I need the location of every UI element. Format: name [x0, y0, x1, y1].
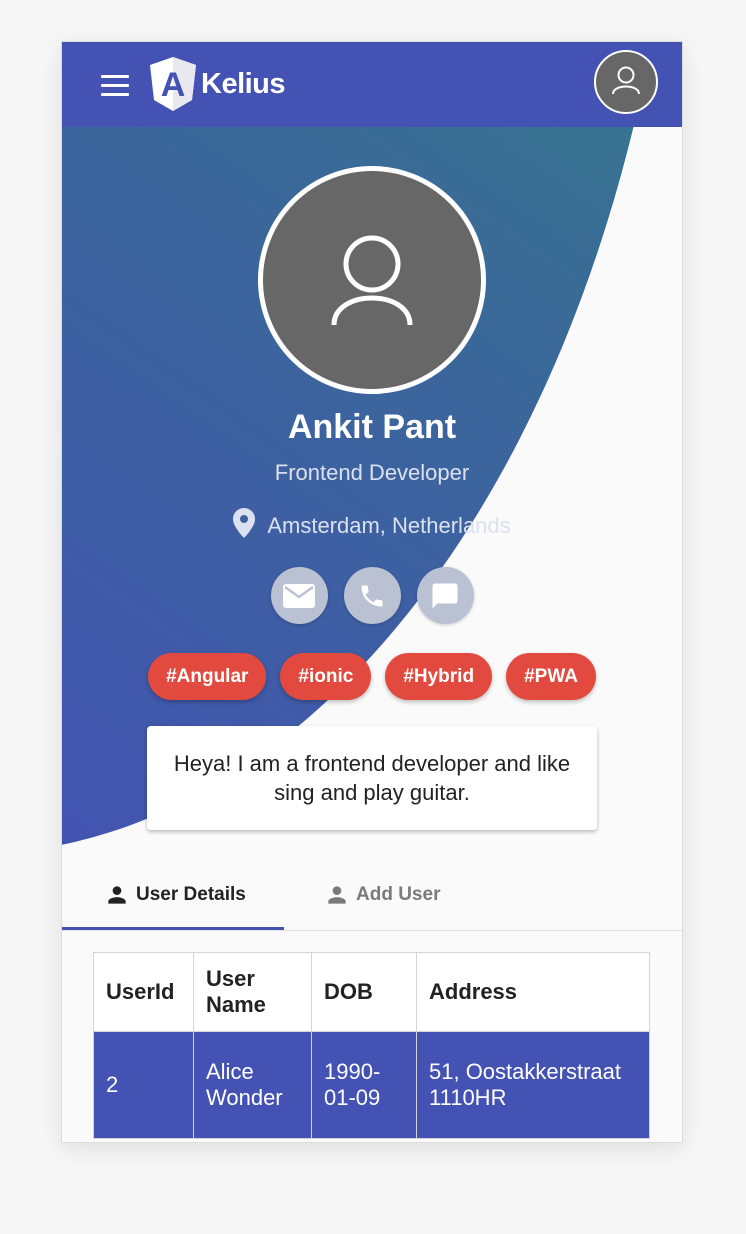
cell-userid: 2	[93, 1031, 194, 1139]
table-header-row: UserId User Name DOB Address	[93, 952, 650, 1032]
cell-address: 51, Oostakkerstraat 1110HR	[416, 1031, 650, 1139]
user-table-container: UserId User Name DOB Address 2 Alice Won…	[93, 952, 650, 1139]
bio-card: Heya! I am a frontend developer and like…	[147, 726, 597, 830]
person-icon	[108, 886, 126, 904]
cell-username: Alice Wonder	[193, 1031, 312, 1139]
tag-chip[interactable]: #Hybrid	[385, 653, 493, 700]
bio-text: Heya! I am a frontend developer and like…	[173, 751, 571, 805]
angular-logo-icon: A	[150, 57, 196, 111]
user-table: UserId User Name DOB Address 2 Alice Won…	[93, 952, 650, 1139]
tag-chip[interactable]: #ionic	[280, 653, 372, 700]
phone-button[interactable]	[343, 567, 401, 624]
contact-actions	[62, 567, 682, 624]
user-icon	[331, 235, 413, 326]
chat-button[interactable]	[416, 567, 474, 624]
tab-label: Add User	[356, 884, 441, 905]
phone-icon	[361, 585, 383, 606]
profile-location: Amsterdam, Netherlands	[62, 508, 682, 543]
profile-role: Frontend Developer	[274, 460, 470, 485]
brand-name: Kelius	[201, 68, 286, 100]
column-header: UserId	[93, 952, 194, 1032]
tab-user-details[interactable]: User Details	[104, 860, 246, 930]
email-button[interactable]	[270, 567, 328, 624]
cell-dob: 1990-01-09	[311, 1031, 417, 1139]
column-header: DOB	[311, 952, 417, 1032]
skill-tags: #Angular #ionic #Hybrid #PWA	[62, 653, 682, 700]
table-row[interactable]: 2 Alice Wonder 1990-01-09 51, Oostakkers…	[93, 1031, 650, 1139]
tab-bar: User Details Add User	[62, 860, 682, 931]
location-text: Amsterdam, Netherlands	[267, 513, 511, 538]
top-toolbar: A Kelius	[62, 42, 682, 127]
column-header: Address	[416, 952, 650, 1032]
tag-chip[interactable]: #PWA	[506, 653, 596, 700]
chat-icon	[432, 583, 458, 608]
active-tab-indicator	[62, 927, 284, 930]
user-icon	[612, 66, 640, 95]
tag-chip[interactable]: #Angular	[148, 653, 267, 700]
app-frame: A Kelius Ankit Pant Frontend Developer A…	[61, 41, 683, 1143]
column-header: User Name	[193, 952, 312, 1032]
tab-add-user[interactable]: Add User	[324, 860, 440, 930]
location-pin-icon	[233, 508, 256, 538]
svg-text:A: A	[161, 66, 186, 104]
hamburger-icon[interactable]	[101, 75, 130, 97]
tab-label: User Details	[136, 884, 246, 905]
person-icon	[328, 886, 346, 904]
profile-name: Ankit Pant	[287, 408, 457, 446]
profile-avatar	[258, 166, 486, 394]
user-avatar-button[interactable]	[594, 50, 658, 114]
mail-icon	[283, 583, 315, 608]
